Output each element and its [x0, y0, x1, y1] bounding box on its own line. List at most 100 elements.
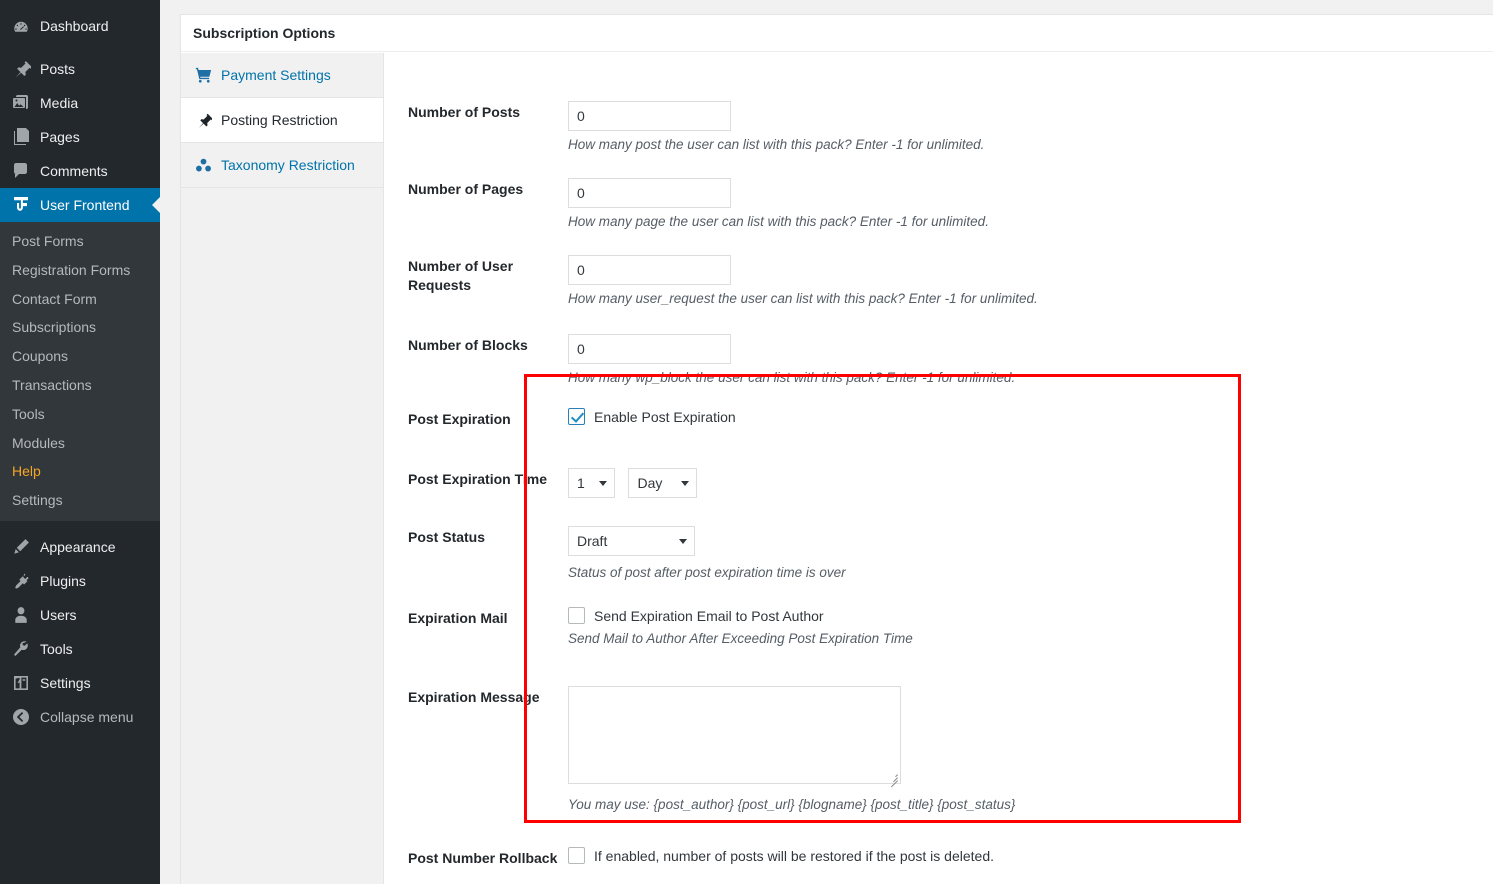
submenu-item-post-forms[interactable]: Post Forms	[0, 227, 160, 256]
field-label: Post Expiration	[408, 411, 511, 427]
chevron-down-icon	[599, 481, 607, 486]
menu-top-spacer	[0, 0, 160, 9]
submenu-item-contact-form[interactable]: Contact Form	[0, 285, 160, 314]
number-of-user-requests-input[interactable]	[568, 255, 731, 285]
sidebar-item-settings[interactable]: Settings	[0, 666, 160, 700]
number-of-posts-input[interactable]	[568, 101, 731, 131]
field-description: How many post the user can list with thi…	[568, 137, 985, 152]
post-status-select[interactable]: Draft	[568, 526, 695, 556]
sidebar-item-label: Comments	[40, 163, 108, 179]
settings-icon	[11, 673, 31, 693]
submenu-item-help[interactable]: Help	[0, 457, 160, 486]
field-label: Number of Posts	[408, 104, 521, 120]
sidebar-item-label: Pages	[40, 129, 80, 145]
pages-icon	[11, 127, 31, 147]
sidebar-item-user-frontend[interactable]: User Frontend	[0, 188, 160, 222]
select-value: Draft	[577, 533, 608, 549]
field-row-post-expiration-time: Post Expiration Time 1 Day	[408, 468, 698, 498]
submenu-item-modules[interactable]: Modules	[0, 429, 160, 458]
tools-icon	[11, 639, 31, 659]
field-label: Number of User Requests	[408, 258, 514, 293]
user-frontend-submenu: Post Forms Registration Forms Contact Fo…	[0, 222, 160, 521]
posting-restriction-panel: Number of Posts How many post the user c…	[384, 53, 1493, 884]
user-frontend-icon	[11, 195, 31, 215]
dashboard-icon	[11, 16, 31, 36]
number-of-pages-input[interactable]	[568, 178, 731, 208]
collapse-icon	[11, 707, 31, 727]
sidebar-item-tools[interactable]: Tools	[0, 632, 160, 666]
sidebar-item-label: Dashboard	[40, 18, 109, 34]
field-row-number-of-user-requests: Number of User Requests How many user_re…	[408, 255, 1038, 309]
field-row-post-status: Post Status Draft Status of post after p…	[408, 526, 846, 583]
sidebar-item-posts[interactable]: Posts	[0, 52, 160, 86]
field-row-expiration-message: Expiration Message You may use: {post_au…	[408, 686, 1015, 815]
field-row-number-of-blocks: Number of Blocks How many wp_block the u…	[408, 334, 1015, 388]
select-value: 1	[577, 475, 585, 491]
tab-label: Taxonomy Restriction	[221, 157, 355, 173]
sidebar-item-label: Collapse menu	[40, 708, 134, 725]
field-row-expiration-mail: Expiration Mail Send Expiration Email to…	[408, 607, 913, 649]
submenu-item-registration-forms[interactable]: Registration Forms	[0, 256, 160, 285]
sidebar-item-dashboard[interactable]: Dashboard	[0, 9, 160, 43]
plugins-icon	[11, 571, 31, 591]
field-label: Expiration Mail	[408, 610, 508, 626]
sidebar-item-label: Users	[40, 606, 77, 623]
submenu-item-coupons[interactable]: Coupons	[0, 342, 160, 371]
expiration-message-textarea[interactable]	[568, 686, 901, 784]
sidebar-item-collapse-menu[interactable]: Collapse menu	[0, 700, 160, 734]
field-label: Post Expiration Time	[408, 471, 547, 487]
field-label: Post Number Rollback	[408, 850, 558, 866]
admin-sidebar: Dashboard Posts Media Pages Comments Use…	[0, 0, 160, 884]
post-expiration-time-number-select[interactable]: 1	[568, 468, 615, 498]
sidebar-item-appearance[interactable]: Appearance	[0, 530, 160, 564]
number-of-blocks-input[interactable]	[568, 334, 731, 364]
metabox-inside: Payment Settings Posting Restriction Tax…	[181, 53, 1493, 884]
sidebar-item-comments[interactable]: Comments	[0, 154, 160, 188]
post-number-rollback-checkbox[interactable]	[568, 847, 585, 864]
media-icon	[11, 93, 31, 113]
field-description: How many user_request the user can list …	[568, 291, 1038, 306]
tab-posting-restriction[interactable]: Posting Restriction	[181, 98, 383, 143]
field-label: Number of Pages	[408, 181, 524, 197]
post-expiration-time-unit-select[interactable]: Day	[628, 468, 698, 498]
chevron-down-icon	[679, 539, 687, 544]
tab-payment-settings[interactable]: Payment Settings	[181, 53, 383, 98]
pin-icon	[11, 59, 31, 79]
sidebar-item-media[interactable]: Media	[0, 86, 160, 120]
menu-separator-1	[0, 43, 160, 52]
settings-tab-list: Payment Settings Posting Restriction Tax…	[181, 53, 384, 884]
taxonomy-icon	[193, 157, 213, 174]
select-value: Day	[637, 475, 663, 491]
submenu-item-tools[interactable]: Tools	[0, 400, 160, 429]
field-label: Expiration Message	[408, 689, 540, 705]
submenu-item-transactions[interactable]: Transactions	[0, 371, 160, 400]
field-label: Post Status	[408, 529, 486, 545]
enable-post-expiration-checkbox[interactable]	[568, 408, 585, 425]
send-expiration-email-checkbox[interactable]	[568, 607, 585, 624]
field-label: Number of Blocks	[408, 337, 528, 353]
tab-label: Payment Settings	[221, 67, 331, 83]
field-description: You may use: {post_author} {post_url} {b…	[568, 797, 1016, 812]
sidebar-item-label: Posts	[40, 61, 76, 77]
sidebar-item-pages[interactable]: Pages	[0, 120, 160, 154]
submenu-item-subscriptions[interactable]: Subscriptions	[0, 313, 160, 342]
submenu-item-settings[interactable]: Settings	[0, 486, 160, 515]
page-title: Subscription Options	[181, 15, 1493, 52]
screen: Dashboard Posts Media Pages Comments Use…	[0, 0, 1493, 884]
tab-taxonomy-restriction[interactable]: Taxonomy Restriction	[181, 143, 383, 188]
menu-separator-2	[0, 521, 160, 530]
sidebar-item-label: Appearance	[40, 538, 116, 555]
appearance-icon	[11, 537, 31, 557]
checkbox-label: Enable Post Expiration	[594, 408, 736, 425]
checkbox-label: If enabled, number of posts will be rest…	[594, 847, 995, 864]
field-description: How many page the user can list with thi…	[568, 214, 989, 229]
field-description: How many wp_block the user can list with…	[568, 370, 1016, 385]
field-row-number-of-pages: Number of Pages How many page the user c…	[408, 178, 989, 232]
pin-icon	[193, 112, 213, 129]
sidebar-item-users[interactable]: Users	[0, 598, 160, 632]
comments-icon	[11, 161, 31, 181]
sidebar-item-plugins[interactable]: Plugins	[0, 564, 160, 598]
field-row-post-expiration: Post Expiration Enable Post Expiration	[408, 408, 736, 429]
users-icon	[11, 605, 31, 625]
chevron-down-icon	[681, 481, 690, 486]
